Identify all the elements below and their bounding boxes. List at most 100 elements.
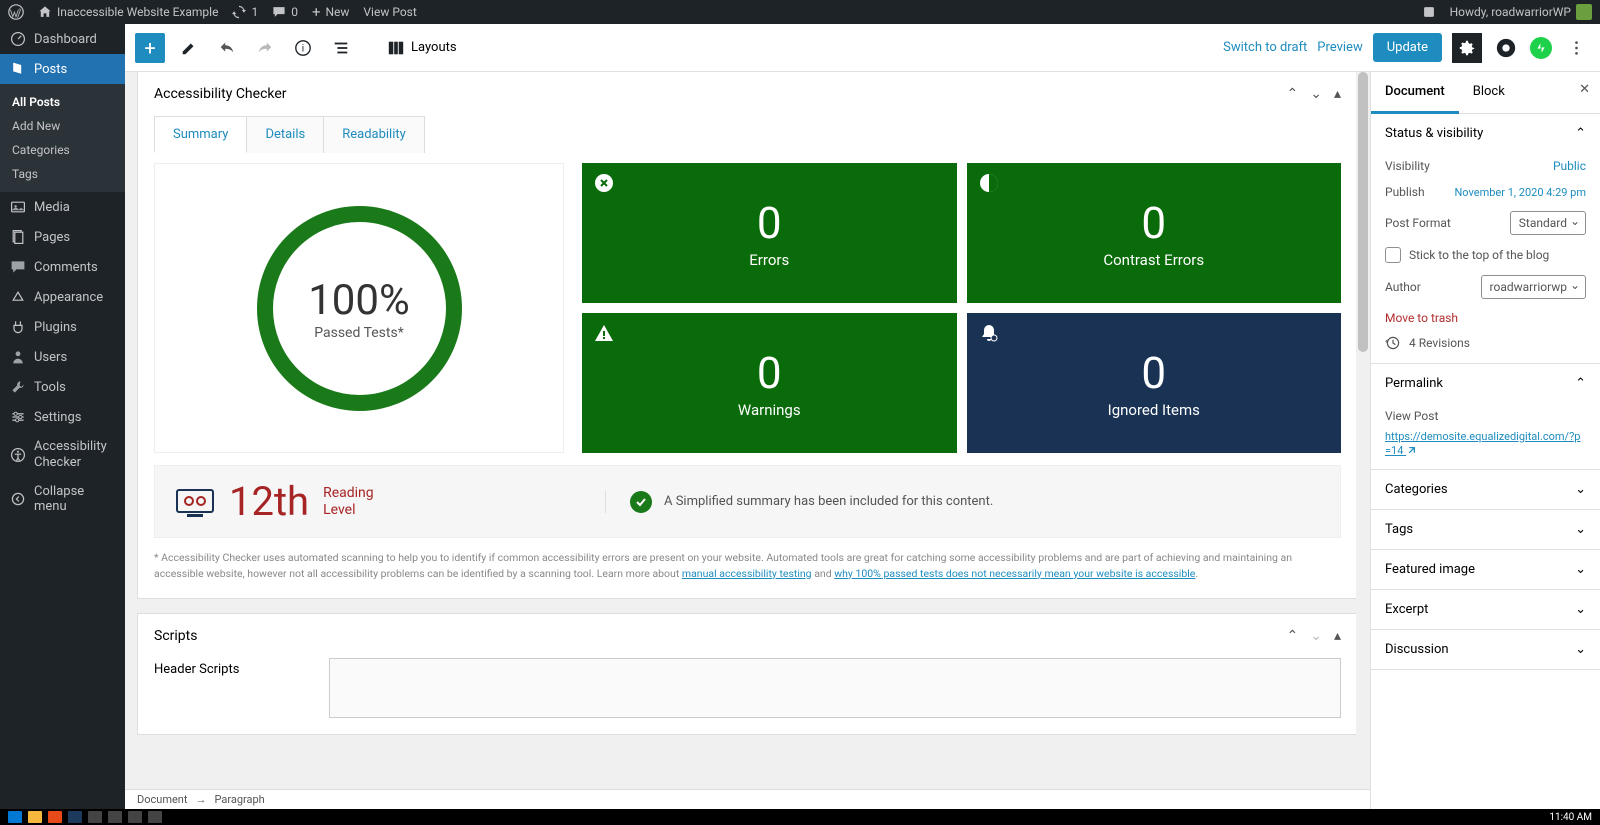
view-post-link[interactable]: View Post: [363, 5, 416, 19]
start-button[interactable]: [8, 811, 22, 823]
why-100-link[interactable]: why 100% passed tests does not necessari…: [834, 567, 1195, 580]
chevron-down-icon: ⌄: [1575, 522, 1586, 537]
status-visibility-section[interactable]: Status & visibility⌃: [1371, 114, 1600, 153]
panel-toggle-icon[interactable]: ▴: [1334, 86, 1341, 102]
chevron-down-icon: ⌄: [1575, 602, 1586, 617]
sidebar-sub-categories[interactable]: Categories: [0, 138, 125, 162]
taskbar-app[interactable]: [148, 811, 162, 823]
jetpack-icon[interactable]: [1530, 37, 1552, 59]
info-icon[interactable]: i: [289, 34, 317, 62]
undo-icon[interactable]: [213, 34, 241, 62]
admin-sidebar: Dashboard Posts All Posts Add New Catego…: [0, 24, 125, 809]
tab-details[interactable]: Details: [246, 116, 324, 153]
notification-icon[interactable]: [1422, 5, 1436, 19]
categories-section[interactable]: Categories⌄: [1371, 470, 1600, 509]
scripts-panel-header[interactable]: Scripts ⌃ ⌄ ▴: [138, 614, 1357, 658]
breadcrumb-paragraph[interactable]: Paragraph: [214, 793, 264, 806]
revisions-link[interactable]: 4 Revisions: [1385, 325, 1586, 351]
ignored-items-card[interactable]: 0 Ignored Items: [967, 313, 1342, 453]
panel-down-icon[interactable]: ⌄: [1310, 86, 1322, 102]
settings-gear-icon[interactable]: [1452, 33, 1482, 63]
preview-button[interactable]: Preview: [1317, 40, 1362, 55]
wp-logo[interactable]: [8, 4, 24, 20]
discussion-section[interactable]: Discussion⌄: [1371, 630, 1600, 669]
sidebar-collapse[interactable]: Collapse menu: [0, 477, 125, 521]
howdy-user[interactable]: Howdy, roadwarriorWP: [1450, 4, 1592, 20]
new-content[interactable]: +New: [312, 3, 349, 21]
panel-down-icon[interactable]: ⌄: [1310, 628, 1322, 644]
sidebar-item-dashboard[interactable]: Dashboard: [0, 24, 125, 54]
sidebar-item-accessibility-checker[interactable]: Accessibility Checker: [0, 432, 125, 477]
post-format-select[interactable]: Standard: [1510, 211, 1586, 235]
sidebar-sub-tags[interactable]: Tags: [0, 162, 125, 186]
visibility-value[interactable]: Public: [1553, 159, 1586, 173]
excerpt-section[interactable]: Excerpt⌄: [1371, 590, 1600, 629]
tab-summary[interactable]: Summary: [154, 116, 247, 153]
editor-toolbar: + i Layouts Switch to draft Preview Upda…: [125, 24, 1600, 72]
taskbar-app[interactable]: [68, 811, 82, 823]
sidebar-item-posts[interactable]: Posts: [0, 54, 125, 84]
sidebar-item-media[interactable]: Media: [0, 192, 125, 222]
panel-up-icon[interactable]: ⌃: [1287, 86, 1299, 102]
author-select[interactable]: roadwarriorwp: [1481, 275, 1586, 299]
manual-testing-link[interactable]: manual accessibility testing: [682, 567, 812, 580]
move-to-trash[interactable]: Move to trash: [1385, 305, 1586, 325]
chevron-up-icon: ⌃: [1575, 376, 1586, 391]
disclaimer-text: * Accessibility Checker uses automated s…: [154, 550, 1341, 582]
warning-icon: [594, 323, 614, 343]
sidebar-sub-all-posts[interactable]: All Posts: [0, 90, 125, 114]
panel-up-icon[interactable]: ⌃: [1287, 628, 1299, 644]
redo-icon[interactable]: [251, 34, 279, 62]
error-x-icon: [594, 173, 614, 193]
publish-date[interactable]: November 1, 2020 4:29 pm: [1454, 186, 1586, 199]
switch-to-draft[interactable]: Switch to draft: [1223, 40, 1307, 55]
gauge-label: Passed Tests*: [314, 325, 404, 341]
more-options-icon[interactable]: [1562, 34, 1590, 62]
featured-image-section[interactable]: Featured image⌄: [1371, 550, 1600, 589]
close-inspector-icon[interactable]: ✕: [1579, 82, 1590, 97]
updates-count[interactable]: 1: [232, 5, 258, 19]
taskbar-app[interactable]: [48, 811, 62, 823]
site-home[interactable]: Inaccessible Website Example: [38, 5, 218, 19]
taskbar-app[interactable]: [108, 811, 122, 823]
sidebar-item-comments[interactable]: Comments: [0, 252, 125, 282]
taskbar-app[interactable]: [88, 811, 102, 823]
scrollbar[interactable]: [1356, 72, 1370, 789]
errors-card[interactable]: 0 Errors: [582, 163, 957, 303]
summary-included-msg: A Simplified summary has been included f…: [664, 494, 993, 509]
add-block-button[interactable]: +: [135, 33, 165, 63]
warnings-card[interactable]: 0 Warnings: [582, 313, 957, 453]
header-scripts-textarea[interactable]: [329, 658, 1341, 718]
panel-toggle-icon[interactable]: ▴: [1334, 628, 1341, 644]
sidebar-item-appearance[interactable]: Appearance: [0, 282, 125, 312]
accessibility-panel-header[interactable]: Accessibility Checker ⌃ ⌄ ▴: [138, 72, 1357, 116]
sidebar-item-plugins[interactable]: Plugins: [0, 312, 125, 342]
outline-icon[interactable]: [327, 34, 355, 62]
breadcrumb-document[interactable]: Document: [137, 793, 187, 806]
windows-taskbar: 11:40 AM: [0, 809, 1600, 825]
edit-tool-icon[interactable]: [175, 34, 203, 62]
sidebar-item-settings[interactable]: Settings: [0, 402, 125, 432]
svg-text:i: i: [302, 43, 304, 54]
system-clock[interactable]: 11:40 AM: [1549, 812, 1592, 823]
permalink-section[interactable]: Permalink⌃: [1371, 364, 1600, 403]
yoast-icon[interactable]: [1492, 34, 1520, 62]
tab-readability[interactable]: Readability: [323, 116, 425, 153]
taskbar-app[interactable]: [128, 811, 142, 823]
contrast-errors-card[interactable]: 0 Contrast Errors: [967, 163, 1342, 303]
tags-section[interactable]: Tags⌄: [1371, 510, 1600, 549]
taskbar-app[interactable]: [28, 811, 42, 823]
tab-document[interactable]: Document: [1371, 72, 1459, 114]
layouts-button[interactable]: Layouts: [387, 39, 457, 57]
sidebar-item-tools[interactable]: Tools: [0, 372, 125, 402]
passed-tests-gauge: 100% Passed Tests*: [154, 163, 564, 453]
sidebar-item-users[interactable]: Users: [0, 342, 125, 372]
comments-count[interactable]: 0: [272, 5, 298, 19]
chevron-down-icon: ⌄: [1575, 562, 1586, 577]
update-button[interactable]: Update: [1373, 33, 1442, 62]
tab-block[interactable]: Block: [1459, 72, 1519, 113]
sidebar-item-pages[interactable]: Pages: [0, 222, 125, 252]
permalink-url[interactable]: https://demosite.equalizedigital.com/?p=…: [1385, 430, 1580, 457]
sidebar-sub-add-new[interactable]: Add New: [0, 114, 125, 138]
stick-checkbox[interactable]: [1385, 247, 1401, 263]
